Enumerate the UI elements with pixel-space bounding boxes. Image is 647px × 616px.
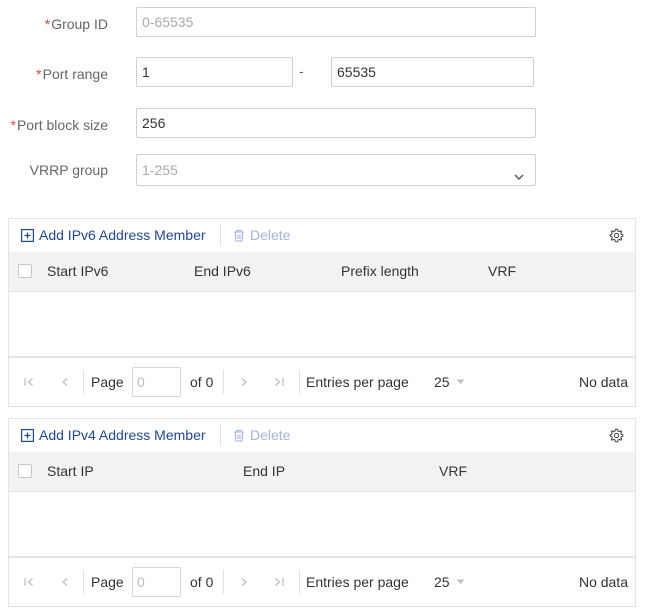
port-range-start-input[interactable]	[136, 57, 293, 87]
group-id-label: *Group ID	[44, 16, 108, 32]
last-page-icon[interactable]	[273, 375, 285, 391]
entries-per-page-label: Entries per page	[306, 574, 409, 590]
per-page-value: 25	[434, 574, 450, 590]
column-start-ip[interactable]: Start IP	[47, 452, 94, 491]
plus-square-icon	[21, 429, 34, 442]
vrrp-group-label: VRRP group	[29, 162, 108, 178]
add-ipv6-member-label: Add IPv6 Address Member	[39, 227, 206, 243]
caret-down-icon	[456, 579, 465, 585]
ipv4-pager: Page of 0 Entries per page 25 No data	[8, 557, 636, 607]
first-page-icon[interactable]	[23, 575, 35, 591]
gear-icon[interactable]	[609, 428, 624, 446]
column-start-ipv6[interactable]: Start IPv6	[47, 252, 108, 291]
ipv6-table-body	[9, 291, 635, 357]
pager-divider	[83, 370, 84, 394]
select-all-checkbox[interactable]	[18, 464, 32, 478]
vrrp-group-select[interactable]: 1-255	[136, 154, 536, 186]
group-id-input[interactable]	[136, 7, 536, 37]
pager-divider	[83, 570, 84, 594]
no-data-status: No data	[578, 374, 628, 390]
port-block-size-row: *Port block size	[0, 108, 647, 142]
select-all-checkbox[interactable]	[18, 264, 32, 278]
caret-down-icon	[456, 379, 465, 385]
port-range-row: *Port range -	[0, 57, 647, 91]
plus-square-icon	[21, 229, 34, 242]
first-page-icon[interactable]	[23, 375, 35, 391]
ipv6-toolbar: Add IPv6 Address Member Delete	[9, 219, 635, 252]
port-range-separator: -	[299, 63, 304, 79]
port-range-end-input[interactable]	[331, 57, 534, 87]
pager-divider	[299, 370, 300, 394]
ipv4-table-body	[9, 491, 635, 557]
ipv6-table-header: Start IPv6 End IPv6 Prefix length VRF	[9, 252, 635, 291]
chevron-down-icon	[513, 163, 525, 193]
no-data-status: No data	[578, 574, 628, 590]
pager-divider	[223, 570, 224, 594]
last-page-icon[interactable]	[273, 575, 285, 591]
vrrp-group-row: VRRP group 1-255	[0, 153, 647, 187]
page-total-label: of 0	[190, 374, 214, 390]
next-page-icon[interactable]	[238, 575, 250, 591]
ipv4-member-table: Add IPv4 Address Member Delete Start IP …	[8, 418, 636, 558]
ipv6-member-table: Add IPv6 Address Member Delete Start IPv…	[8, 218, 636, 358]
delete-ipv4-member-label: Delete	[250, 427, 291, 443]
ipv4-toolbar: Add IPv4 Address Member Delete	[9, 419, 635, 452]
entries-per-page-label: Entries per page	[306, 374, 409, 390]
add-ipv4-member-label: Add IPv4 Address Member	[39, 427, 206, 443]
delete-ipv6-member-button[interactable]: Delete	[233, 219, 290, 252]
page-number-input[interactable]	[132, 367, 181, 397]
delete-ipv6-member-label: Delete	[250, 227, 291, 243]
column-end-ipv6[interactable]: End IPv6	[194, 252, 251, 291]
pager-divider	[299, 570, 300, 594]
toolbar-divider	[220, 424, 221, 446]
port-range-label: *Port range	[36, 66, 108, 82]
port-block-size-label: *Port block size	[10, 117, 109, 133]
port-block-size-input[interactable]	[136, 108, 536, 138]
toolbar-divider	[220, 224, 221, 246]
trash-icon	[233, 229, 245, 242]
page-number-input[interactable]	[132, 567, 181, 597]
column-prefix-length[interactable]: Prefix length	[341, 252, 419, 291]
ipv6-pager: Page of 0 Entries per page 25 No data	[8, 357, 636, 407]
trash-icon	[233, 429, 245, 442]
per-page-value: 25	[434, 374, 450, 390]
vrrp-group-placeholder: 1-255	[142, 162, 178, 178]
column-end-ip[interactable]: End IP	[243, 452, 285, 491]
group-id-row: *Group ID	[0, 7, 647, 41]
page-total-label: of 0	[190, 574, 214, 590]
column-vrf[interactable]: VRF	[488, 252, 516, 291]
prev-page-icon[interactable]	[59, 575, 71, 591]
page-label: Page	[91, 374, 124, 390]
column-vrf[interactable]: VRF	[439, 452, 467, 491]
prev-page-icon[interactable]	[59, 375, 71, 391]
add-ipv6-member-button[interactable]: Add IPv6 Address Member	[21, 219, 206, 252]
add-ipv4-member-button[interactable]: Add IPv4 Address Member	[21, 419, 206, 452]
next-page-icon[interactable]	[238, 375, 250, 391]
ipv4-table-header: Start IP End IP VRF	[9, 452, 635, 491]
per-page-select[interactable]: 25	[434, 558, 465, 606]
gear-icon[interactable]	[609, 228, 624, 246]
per-page-select[interactable]: 25	[434, 358, 465, 406]
page-label: Page	[91, 574, 124, 590]
delete-ipv4-member-button[interactable]: Delete	[233, 419, 290, 452]
pager-divider	[223, 370, 224, 394]
